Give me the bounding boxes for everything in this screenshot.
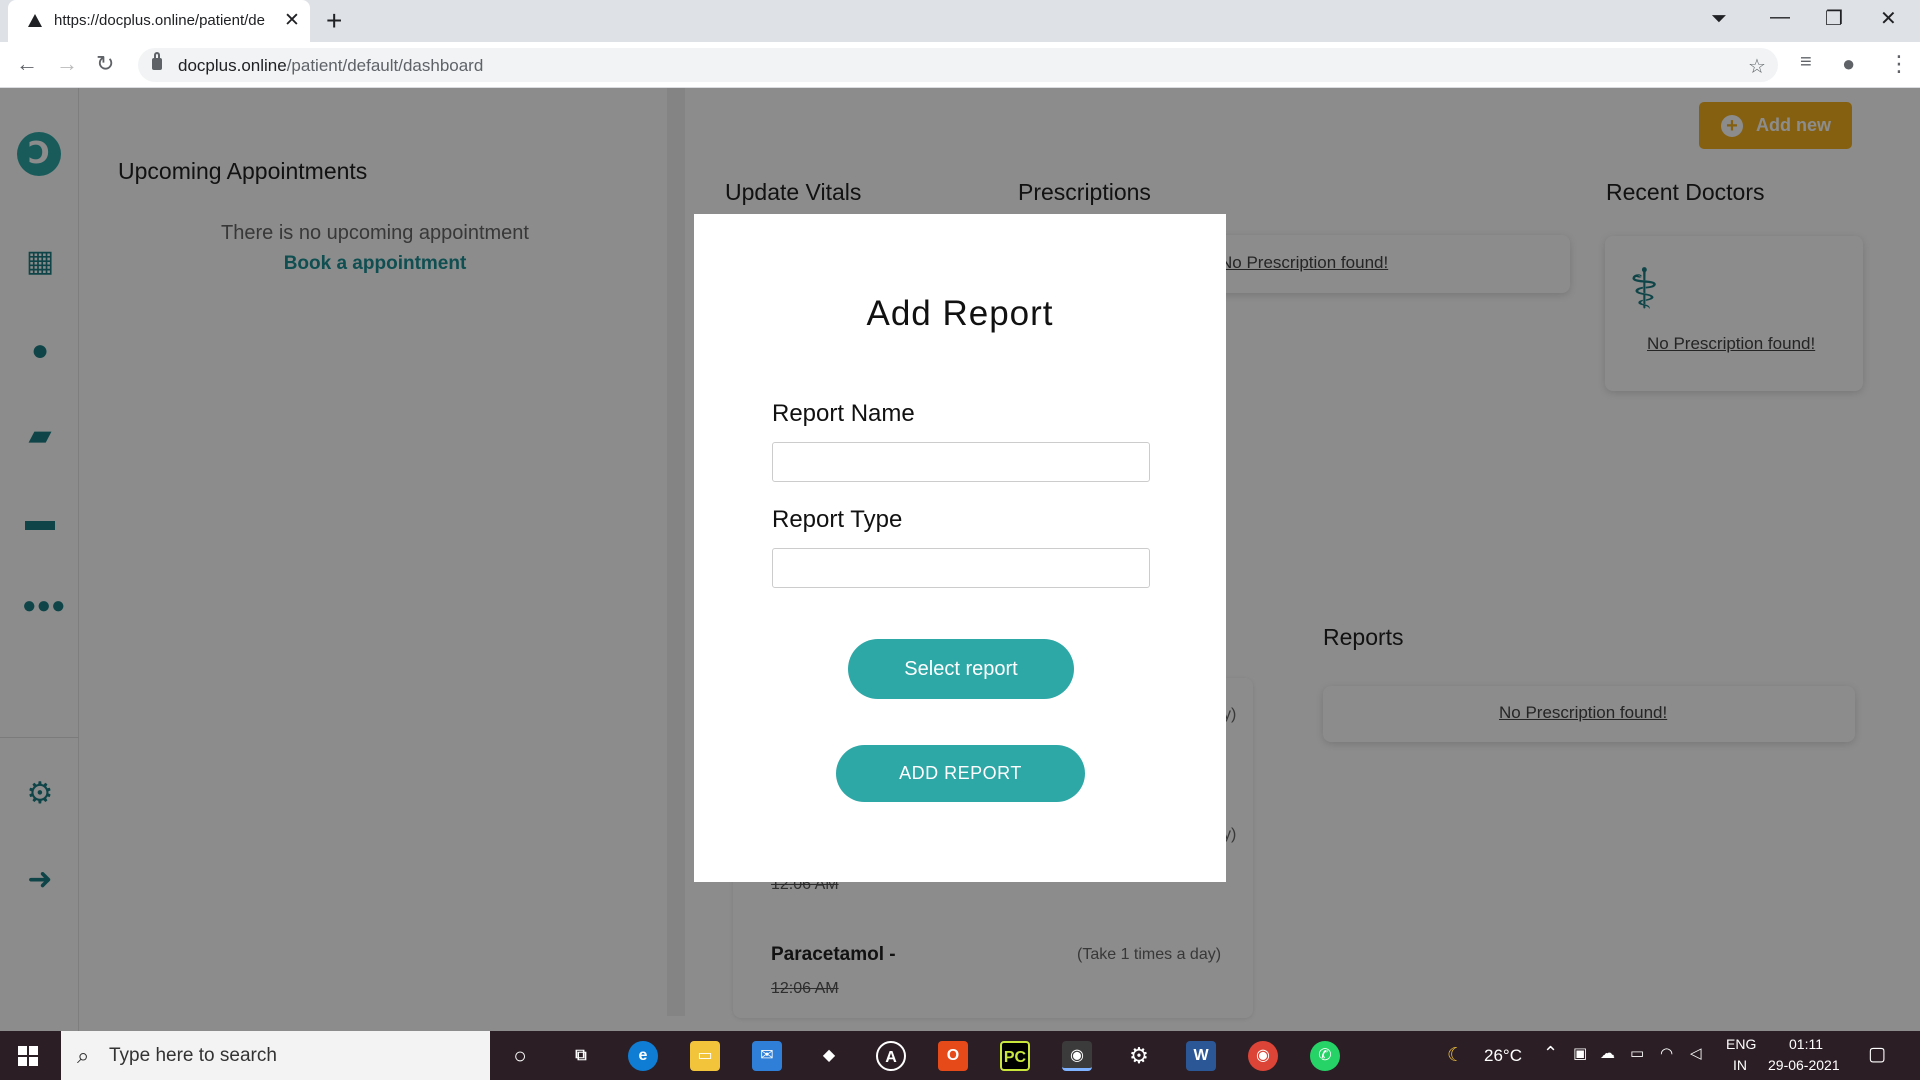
report-name-input[interactable]: [772, 442, 1150, 482]
mail-icon[interactable]: ✉: [752, 1041, 782, 1071]
maximize-icon[interactable]: ❐: [1825, 6, 1843, 31]
settings-app-icon[interactable]: ⚙: [1124, 1041, 1154, 1071]
whatsapp-icon[interactable]: ✆: [1310, 1041, 1340, 1071]
profile-icon[interactable]: ●: [1842, 51, 1855, 77]
notifications-icon[interactable]: ▢: [1868, 1043, 1886, 1066]
url-host: docplus.online: [178, 56, 287, 75]
search-placeholder: Type here to search: [109, 1045, 277, 1066]
add-report-modal: Add Report Report Name Report Type Selec…: [694, 214, 1226, 882]
browser-tab-bar: https://docplus.online/patient/de ✕ + ⏷ …: [0, 0, 1920, 42]
tray-device-icon[interactable]: ▣: [1573, 1044, 1587, 1062]
lock-icon: [152, 52, 162, 70]
browser-menu-icon[interactable]: ⋮: [1888, 51, 1910, 77]
report-type-label: Report Type: [772, 506, 903, 533]
region-code[interactable]: IN: [1733, 1057, 1747, 1073]
new-tab-icon[interactable]: +: [326, 5, 342, 37]
url-input[interactable]: docplus.online/patient/default/dashboard…: [138, 48, 1778, 82]
window-close-icon[interactable]: ✕: [1880, 6, 1897, 31]
weather-moon-icon: ☾: [1447, 1045, 1465, 1066]
pycharm-icon[interactable]: PC: [1000, 1041, 1030, 1071]
reading-list-icon[interactable]: ≡: [1800, 51, 1812, 74]
minimize-icon[interactable]: —: [1770, 6, 1790, 29]
chrome-icon[interactable]: ◉: [1248, 1041, 1278, 1071]
url-text: docplus.online/patient/default/dashboard: [178, 56, 483, 76]
language-code[interactable]: ENG: [1726, 1036, 1756, 1052]
tab-search-icon[interactable]: ⏷: [1711, 8, 1727, 31]
edge-icon[interactable]: e: [628, 1041, 658, 1071]
page-content: Ↄ ▦ ● ▰ ▬ ●●● ⚙ ➜ Upcoming Appointments …: [0, 88, 1920, 1031]
browser-tab[interactable]: https://docplus.online/patient/de ✕: [8, 0, 310, 42]
tab-close-icon[interactable]: ✕: [284, 9, 300, 32]
weather-temp[interactable]: 26°C: [1484, 1046, 1522, 1066]
file-explorer-icon[interactable]: ▭: [690, 1041, 720, 1071]
report-type-input[interactable]: [772, 548, 1150, 588]
tab-title: https://docplus.online/patient/de: [54, 12, 265, 29]
select-report-button[interactable]: Select report: [848, 639, 1074, 699]
modal-title: Add Report: [866, 294, 1054, 333]
reload-icon[interactable]: ↻: [96, 51, 114, 77]
wifi-icon[interactable]: ◠: [1660, 1044, 1673, 1062]
task-view-icon[interactable]: ⧉: [566, 1041, 596, 1071]
search-icon: ⌕: [77, 1043, 90, 1068]
clock-time[interactable]: 01:11: [1789, 1036, 1823, 1052]
office-icon[interactable]: O: [938, 1041, 968, 1071]
tray-chevron-icon[interactable]: ⌃: [1543, 1043, 1558, 1064]
add-report-button[interactable]: ADD REPORT: [836, 745, 1085, 802]
word-icon[interactable]: W: [1186, 1041, 1216, 1071]
bookmark-star-icon[interactable]: ☆: [1748, 54, 1766, 79]
site-favicon-icon: [28, 14, 42, 27]
battery-icon[interactable]: ▭: [1630, 1044, 1644, 1062]
taskbar-search-input[interactable]: ⌕ Type here to search: [61, 1031, 490, 1080]
dropbox-icon[interactable]: ◆: [814, 1041, 844, 1071]
windows-start-icon[interactable]: [18, 1046, 38, 1066]
report-name-label: Report Name: [772, 400, 915, 427]
chrome-active-icon[interactable]: ◉: [1062, 1041, 1092, 1071]
onedrive-icon[interactable]: ☁: [1600, 1044, 1615, 1062]
windows-taskbar: ⌕ Type here to search ○ ⧉ e ▭ ✉ ◆ A O PC…: [0, 1031, 1920, 1080]
back-icon[interactable]: ←: [16, 51, 38, 77]
url-path: /patient/default/dashboard: [286, 56, 484, 75]
address-bar-row: ← → ↻ docplus.online/patient/default/das…: [0, 42, 1920, 88]
volume-icon[interactable]: ◁: [1690, 1044, 1702, 1062]
clock-date[interactable]: 29-06-2021: [1768, 1057, 1840, 1073]
app-icon[interactable]: A: [876, 1041, 906, 1071]
cortana-icon[interactable]: ○: [505, 1041, 535, 1071]
forward-icon[interactable]: →: [56, 51, 78, 77]
